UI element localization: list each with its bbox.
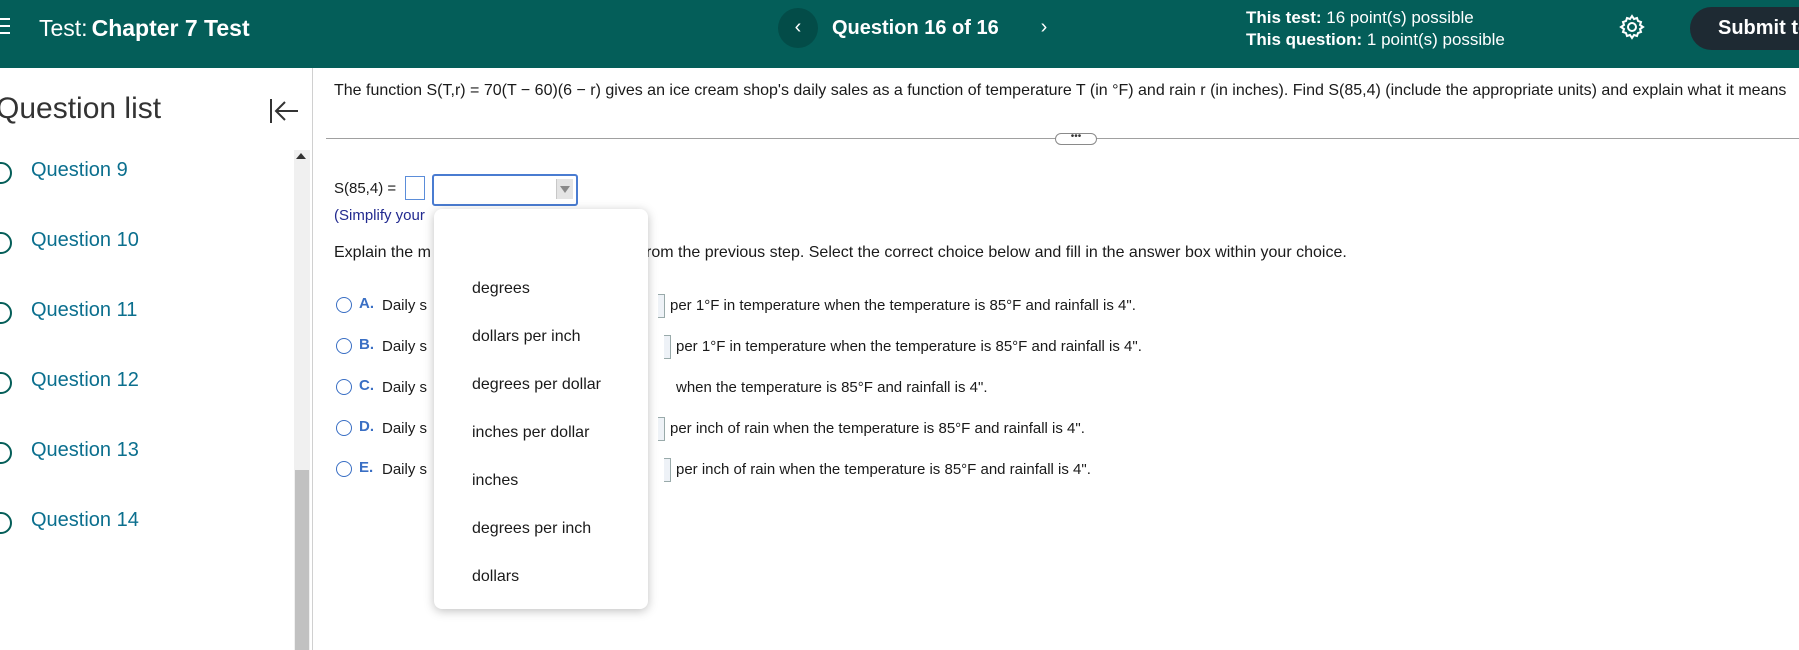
choice-text: per inch of rain when the temperature is… xyxy=(676,461,1091,478)
collapse-sidebar-icon[interactable] xyxy=(268,96,300,126)
choice-letter: C. xyxy=(359,377,374,394)
this-test-value: 16 point(s) possible xyxy=(1326,8,1474,27)
choice-answer-box[interactable] xyxy=(658,294,665,318)
radio-icon[interactable] xyxy=(336,338,352,354)
top-bar: Test: Chapter 7 Test ‹ Question 16 of 16 … xyxy=(0,0,1799,68)
sidebar-scroll-thumb[interactable] xyxy=(295,470,309,650)
explain-instruction: Explain the m xyxy=(334,244,431,261)
explain-instruction-tail: rom the previous step. Select the correc… xyxy=(646,244,1347,261)
units-dropdown[interactable] xyxy=(432,174,578,206)
test-title-name: Chapter 7 Test xyxy=(91,15,250,41)
sidebar-item-label: Question 9 xyxy=(31,159,128,181)
radio-icon xyxy=(0,302,12,324)
choice-text: per 1°F in temperature when the temperat… xyxy=(676,338,1142,355)
choice-text: per inch of rain when the temperature is… xyxy=(670,420,1085,437)
dropdown-arrow-icon xyxy=(556,179,573,199)
answer-input[interactable] xyxy=(405,176,425,200)
dropdown-option-dollars-per-inch[interactable]: dollars per inch xyxy=(472,328,581,346)
this-question-label: This question: xyxy=(1246,30,1363,49)
dropdown-option-inches-per-dollar[interactable]: inches per dollar xyxy=(472,424,589,442)
choice-letter: D. xyxy=(359,418,374,435)
previous-question-button[interactable]: ‹ xyxy=(778,8,818,48)
choice-letter: E. xyxy=(359,459,374,476)
sidebar-item-label: Question 13 xyxy=(31,439,139,461)
radio-icon[interactable] xyxy=(336,297,352,313)
choice-letter: A. xyxy=(359,295,374,312)
gear-icon[interactable] xyxy=(1617,12,1647,42)
dropdown-option-inches[interactable]: inches xyxy=(472,472,518,490)
radio-icon[interactable] xyxy=(336,420,352,436)
radio-icon[interactable] xyxy=(336,461,352,477)
answer-label: S(85,4) = xyxy=(334,180,397,197)
question-list-sidebar: Question list Question 9 Question 10 Que… xyxy=(0,68,313,650)
radio-icon xyxy=(0,372,12,394)
choice-answer-box[interactable] xyxy=(664,335,671,359)
question-nav-label[interactable]: Question 16 of 16 xyxy=(832,17,999,40)
dropdown-option-degrees-per-dollar[interactable]: degrees per dollar xyxy=(472,376,601,394)
choice-text: per 1°F in temperature when the temperat… xyxy=(670,297,1136,314)
simplify-instruction: (Simplify your xyxy=(334,207,425,224)
test-title: Test: Chapter 7 Test xyxy=(39,15,250,42)
dropdown-option-dollars[interactable]: dollars xyxy=(472,568,519,586)
radio-icon xyxy=(0,232,12,254)
menu-icon[interactable] xyxy=(0,16,12,38)
sidebar-item-label: Question 11 xyxy=(31,299,138,321)
sidebar-item-label: Question 12 xyxy=(31,369,139,391)
submit-test-button[interactable]: Submit te xyxy=(1690,7,1799,50)
this-test-label: This test: xyxy=(1246,8,1322,27)
choice-start: Daily s xyxy=(382,461,428,478)
dropdown-option-degrees-per-inch[interactable]: degrees per inch xyxy=(472,520,591,538)
expand-ellipsis-button[interactable]: ••• xyxy=(1055,132,1097,145)
choice-start: Daily s xyxy=(382,297,428,314)
choice-start: Daily s xyxy=(382,420,428,437)
choice-letter: B. xyxy=(359,336,374,353)
choice-start: Daily s xyxy=(382,338,428,355)
radio-icon xyxy=(0,512,12,534)
sidebar-item-label: Question 14 xyxy=(31,509,139,531)
scroll-up-arrow-icon[interactable] xyxy=(296,153,306,159)
units-dropdown-menu: degrees dollars per inch degrees per dol… xyxy=(434,209,648,609)
dropdown-option-degrees[interactable]: degrees xyxy=(472,280,530,298)
choice-text: when the temperature is 85°F and rainfal… xyxy=(676,379,988,396)
points-info: This test: 16 point(s) possible This que… xyxy=(1246,7,1505,51)
sidebar-item-label: Question 10 xyxy=(31,229,139,251)
question-text: The function S(T,r) = 70(T − 60)(6 − r) … xyxy=(334,82,1787,99)
next-question-button[interactable]: › xyxy=(1024,8,1064,48)
radio-icon[interactable] xyxy=(336,379,352,395)
radio-icon xyxy=(0,162,12,184)
question-list-title: Question list xyxy=(0,92,162,125)
this-question-value: 1 point(s) possible xyxy=(1366,30,1505,49)
choice-start: Daily s xyxy=(382,379,428,396)
choice-answer-box[interactable] xyxy=(658,417,665,441)
choice-answer-box[interactable] xyxy=(664,458,671,482)
radio-icon xyxy=(0,442,12,464)
test-title-prefix: Test: xyxy=(39,15,88,41)
